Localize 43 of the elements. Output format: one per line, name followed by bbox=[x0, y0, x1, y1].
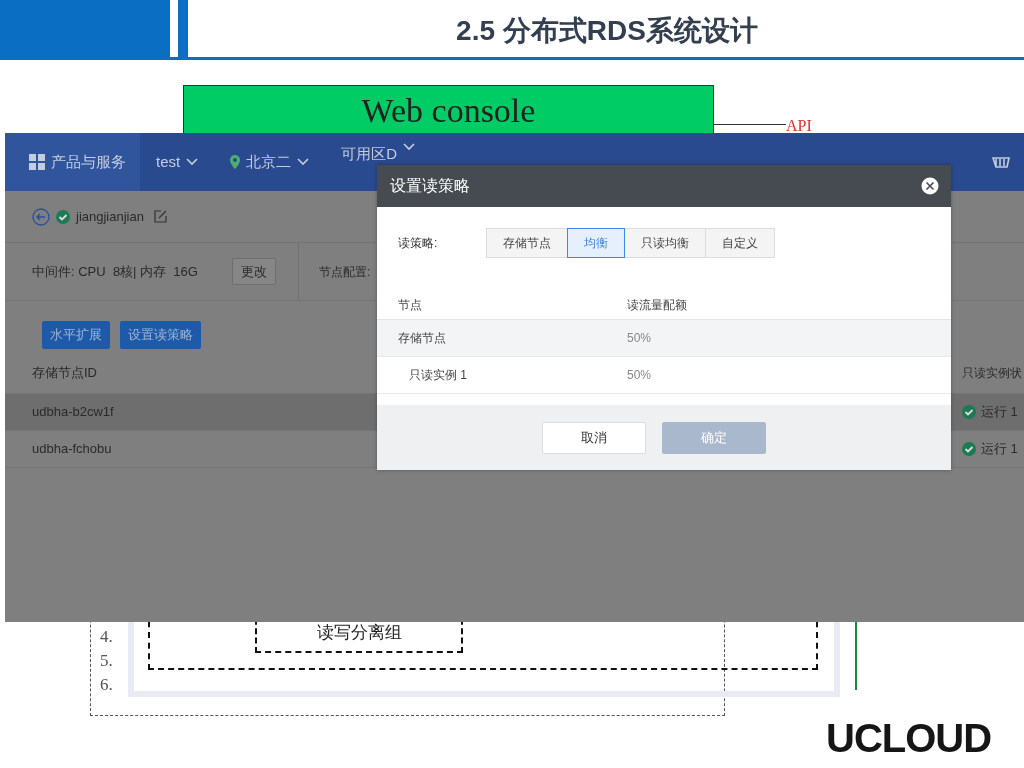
column-header: 只读实例状 bbox=[962, 365, 1022, 382]
line-number: 4. bbox=[100, 628, 113, 645]
column-header: 存储节点ID bbox=[32, 364, 97, 383]
api-label: API bbox=[786, 116, 812, 136]
status-text: 运行 1 bbox=[981, 439, 1018, 458]
slide-title: 2.5 分布式RDS系统设计 bbox=[455, 14, 759, 48]
chevron-icon bbox=[297, 158, 310, 166]
table-cell-text: udbha-fchobu bbox=[32, 439, 112, 458]
box-label: Web console bbox=[361, 94, 536, 128]
table-cell-text: 只读实例 1 bbox=[408, 367, 468, 384]
group-label: 读写分离组 bbox=[315, 622, 403, 644]
instance-name: jiangjianjian bbox=[76, 207, 144, 226]
change-button[interactable]: 更改 bbox=[231, 257, 276, 286]
action-button[interactable]: 设置读策略 bbox=[120, 321, 201, 349]
spec-text: 中间件: CPU 8核| 内存 16G bbox=[32, 262, 198, 281]
line-number: 5. bbox=[100, 652, 113, 669]
column-header: 读流量配额 bbox=[627, 296, 687, 314]
line-number: 6. bbox=[100, 676, 113, 693]
action-button[interactable]: 水平扩展 bbox=[42, 321, 110, 349]
field-label: 读策略: bbox=[398, 235, 439, 252]
dialog-button[interactable]: 取消 bbox=[542, 421, 646, 454]
logo: UCLOUD bbox=[826, 718, 992, 758]
table-cell-text: 存储节点 bbox=[398, 330, 447, 347]
column-header: 节点 bbox=[398, 296, 423, 314]
table-cell-text: 50% bbox=[627, 330, 652, 347]
cart-icon[interactable] bbox=[992, 154, 1010, 171]
table-cell-text: 50% bbox=[627, 367, 652, 384]
status-text: 运行 1 bbox=[981, 402, 1018, 421]
strategy-option[interactable]: 自定义 bbox=[705, 228, 775, 258]
strategy-option[interactable]: 均衡 bbox=[567, 228, 625, 258]
table-cell-text: udbha-b2cw1f bbox=[32, 402, 114, 421]
node-config-text: 节点配置: bbox=[318, 263, 371, 281]
pin-icon bbox=[230, 155, 241, 169]
nav-item[interactable]: 北京二 bbox=[214, 133, 326, 191]
nav-item[interactable]: test bbox=[140, 133, 215, 191]
strategy-option[interactable]: 存储节点 bbox=[486, 228, 568, 258]
strategy-option[interactable]: 只读均衡 bbox=[624, 228, 706, 258]
grid-icon bbox=[29, 154, 45, 170]
edit-icon[interactable] bbox=[153, 210, 167, 223]
dialog-title: 设置读策略 bbox=[390, 176, 470, 196]
chevron-icon bbox=[186, 158, 199, 166]
chevron-icon bbox=[403, 143, 416, 151]
close-icon[interactable] bbox=[921, 177, 939, 195]
